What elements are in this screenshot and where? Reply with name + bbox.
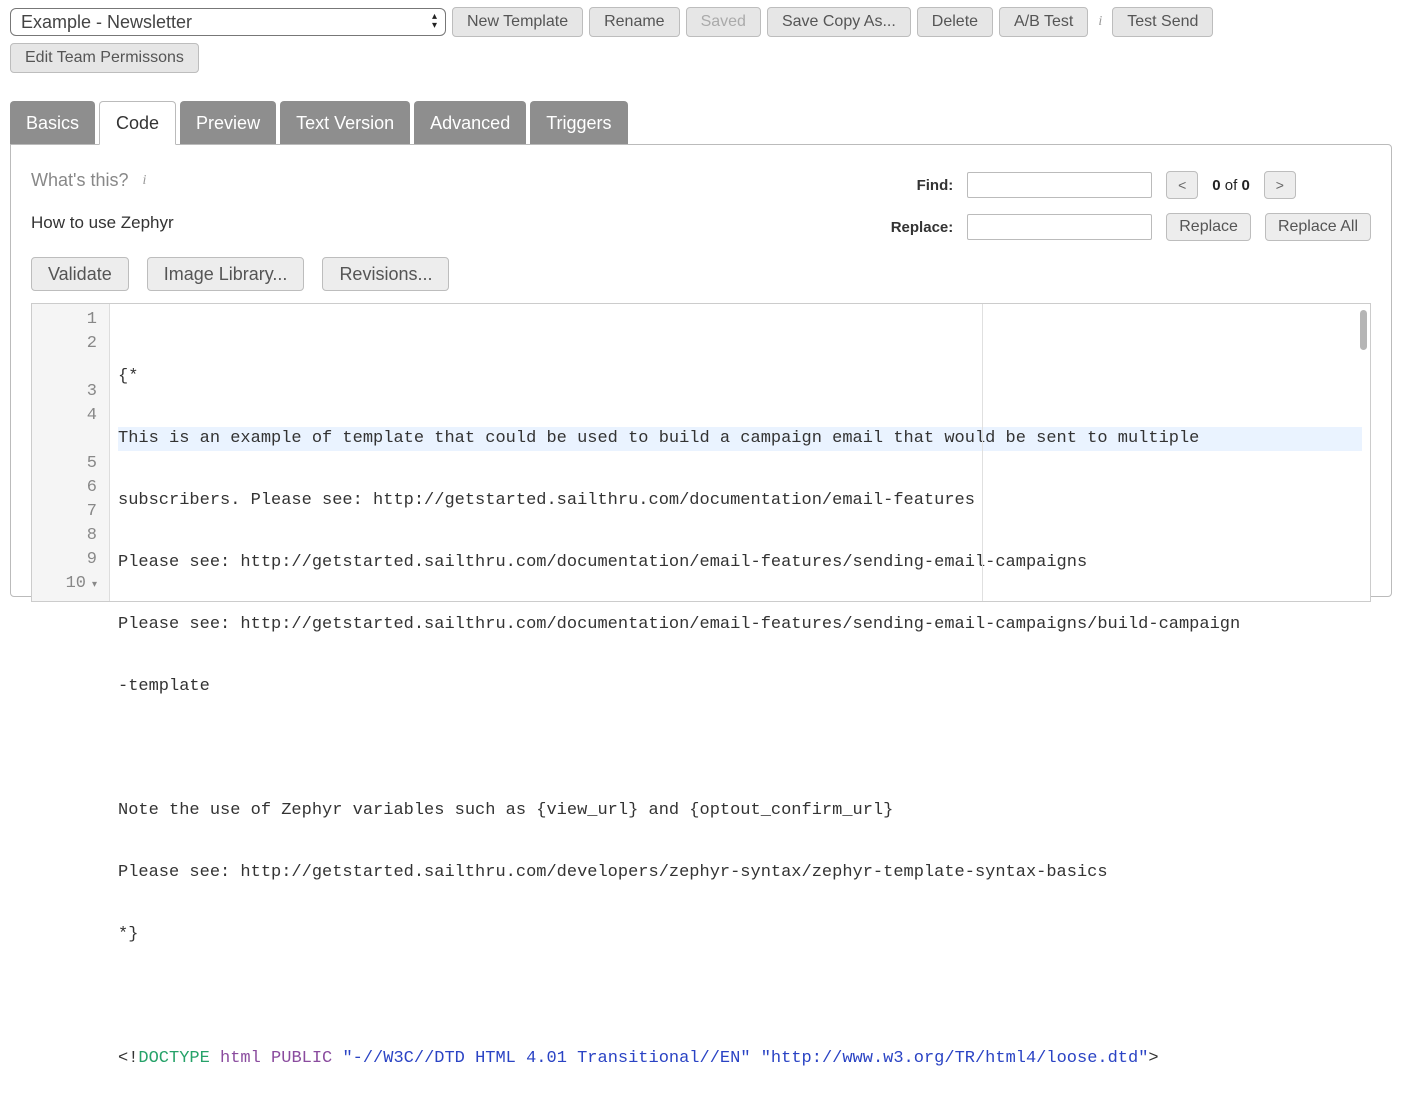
code-tab-panel: What's this? i How to use Zephyr Validat… [10,144,1392,597]
replace-button[interactable]: Replace [1166,213,1251,241]
select-arrows-icon: ▴▾ [432,13,437,30]
code-area[interactable]: {* This is an example of template that c… [110,304,1370,601]
tab-basics[interactable]: Basics [10,101,95,145]
tabs: Basics Code Preview Text Version Advance… [0,73,1402,145]
save-copy-as-button[interactable]: Save Copy As... [767,7,911,37]
ab-test-button[interactable]: A/B Test [999,7,1088,37]
revisions-button[interactable]: Revisions... [322,257,449,291]
find-next-button[interactable]: > [1264,171,1296,199]
info-icon[interactable]: i [1094,14,1106,30]
new-template-button[interactable]: New Template [452,7,583,37]
print-margin [982,304,983,601]
find-replace-panel: Find: < 0 of 0 > Replace: Replace Replac… [873,170,1371,254]
template-name: Example - Newsletter [21,12,192,33]
tab-advanced[interactable]: Advanced [414,101,526,145]
image-library-button[interactable]: Image Library... [147,257,305,291]
scrollbar-thumb[interactable] [1360,310,1367,350]
replace-label: Replace: [873,219,953,236]
whats-this-link[interactable]: What's this? i [31,170,449,191]
find-prev-button[interactable]: < [1166,171,1198,199]
doctype-line: <!DOCTYPE html PUBLIC "-//W3C//DTD HTML … [118,1047,1362,1071]
find-counter: 0 of 0 [1212,177,1250,194]
tab-code[interactable]: Code [99,101,176,145]
delete-button[interactable]: Delete [917,7,993,37]
code-editor[interactable]: 1 2 3 4 5 6 7 8 9 10 {* This is an examp… [31,303,1371,602]
replace-all-button[interactable]: Replace All [1265,213,1371,241]
rename-button[interactable]: Rename [589,7,679,37]
edit-team-permissions-button[interactable]: Edit Team Permissons [10,43,199,73]
tab-triggers[interactable]: Triggers [530,101,627,145]
find-label: Find: [873,177,953,194]
tab-preview[interactable]: Preview [180,101,276,145]
line-gutter: 1 2 3 4 5 6 7 8 9 10 [32,304,110,601]
replace-input[interactable] [967,214,1152,240]
template-select[interactable]: Example - Newsletter ▴▾ [10,8,446,36]
find-input[interactable] [967,172,1152,198]
how-to-use-zephyr-link[interactable]: How to use Zephyr [31,213,449,233]
saved-button: Saved [686,7,761,37]
tab-text-version[interactable]: Text Version [280,101,410,145]
validate-button[interactable]: Validate [31,257,129,291]
top-toolbar: Example - Newsletter ▴▾ New Template Ren… [0,0,1402,37]
test-send-button[interactable]: Test Send [1112,7,1213,37]
info-icon: i [138,173,150,189]
